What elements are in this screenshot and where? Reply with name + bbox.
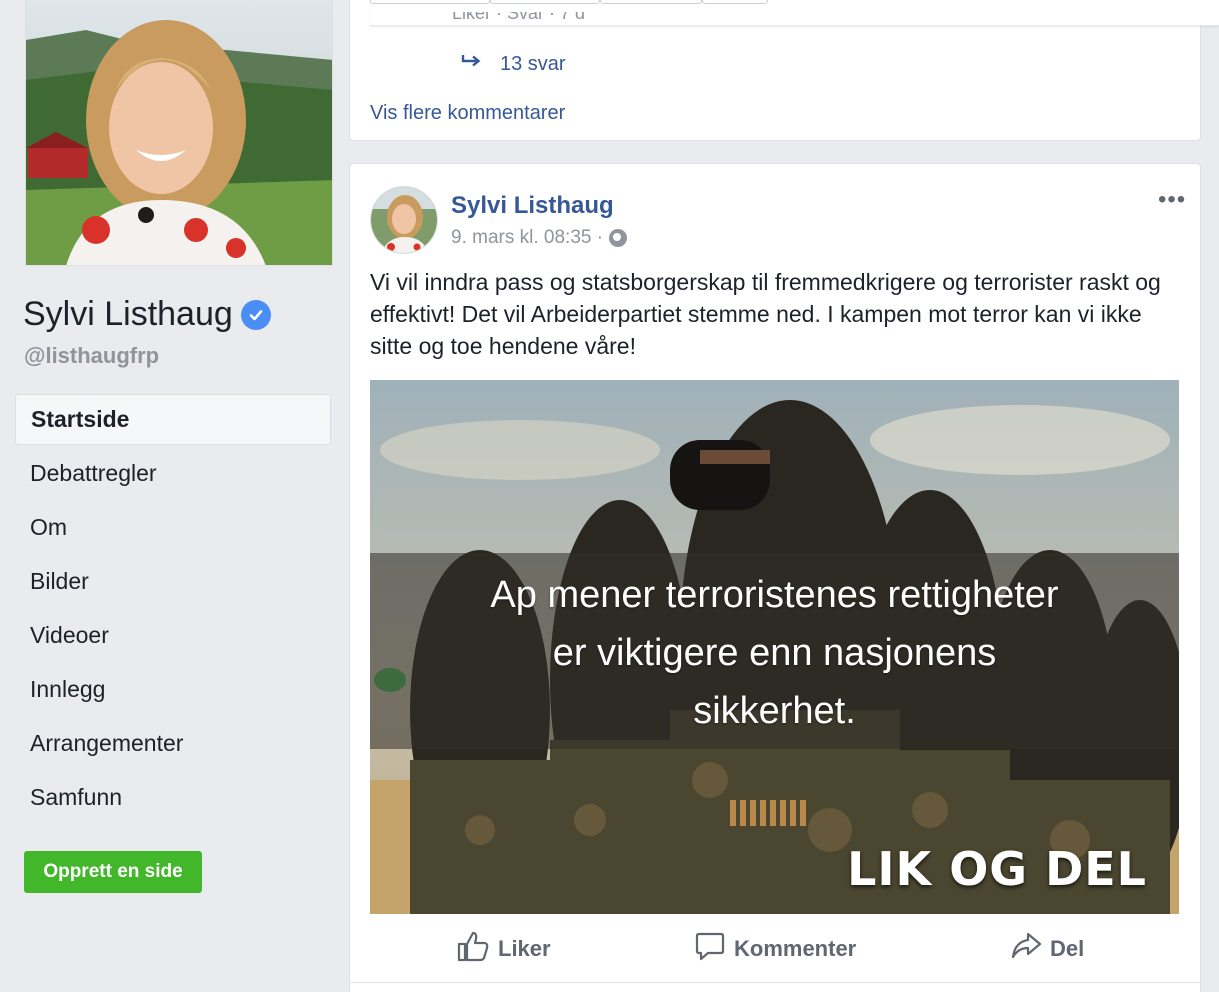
profile-name[interactable]: Sylvi Listhaug bbox=[23, 295, 271, 334]
share-icon bbox=[1010, 930, 1042, 968]
image-overlay-line: Ap mener terroristenes rettigheter bbox=[490, 574, 1059, 616]
comment-tool-segment[interactable] bbox=[600, 0, 702, 4]
nav-item-innlegg[interactable]: Innlegg bbox=[15, 664, 331, 718]
comment-tool-segment[interactable] bbox=[370, 0, 490, 4]
image-overlay-line: er viktigere enn nasjonens bbox=[552, 632, 997, 674]
divider bbox=[349, 982, 1201, 983]
create-page-button[interactable]: Opprett en side bbox=[24, 851, 202, 893]
globe-icon bbox=[609, 229, 628, 247]
replies-link[interactable]: 13 svar bbox=[460, 53, 566, 76]
comment-icon bbox=[694, 930, 726, 968]
profile-name-text[interactable]: Sylvi Listhaug bbox=[23, 295, 233, 334]
reply-count-text[interactable]: 13 svar bbox=[500, 53, 566, 76]
page-navigation: Startside Debattregler Om Bilder Videoer… bbox=[15, 394, 331, 826]
nav-item-bilder[interactable]: Bilder bbox=[15, 556, 331, 610]
profile-photo[interactable] bbox=[25, 0, 333, 266]
like-label[interactable]: Liker bbox=[498, 936, 551, 962]
nav-item-arrangementer[interactable]: Arrangementer bbox=[15, 718, 331, 772]
post-text: Vi vil inndra pass og statsborgerskap ti… bbox=[370, 269, 1161, 359]
image-overlay-text: Ap mener terroristenes rettigheter er vi… bbox=[370, 566, 1179, 740]
thumbs-up-icon bbox=[456, 930, 490, 968]
nav-item-samfunn[interactable]: Samfunn bbox=[15, 772, 331, 826]
image-overlay-line: sikkerhet. bbox=[693, 690, 856, 732]
post-author-name[interactable]: Sylvi Listhaug bbox=[451, 192, 614, 220]
more-options-icon[interactable]: ••• bbox=[1158, 186, 1186, 214]
nav-item-videoer[interactable]: Videoer bbox=[15, 610, 331, 664]
comment-actions-cut: Liker · Svar · 7 d bbox=[452, 12, 586, 22]
left-column: Sylvi Listhaug @listhaugfrp Startside De… bbox=[0, 0, 340, 992]
nav-item-om[interactable]: Om bbox=[15, 502, 331, 556]
comment-tool-segment[interactable] bbox=[490, 0, 600, 4]
post-author-avatar[interactable] bbox=[370, 186, 438, 254]
post-timestamp[interactable]: 9. mars kl. 08:35 · bbox=[451, 227, 603, 249]
verified-badge-icon bbox=[240, 299, 271, 330]
nav-item-debattregler[interactable]: Debattregler bbox=[15, 448, 331, 502]
profile-handle: @listhaugfrp bbox=[24, 343, 160, 368]
image-footer-text: LIK OG DEL bbox=[847, 842, 1147, 896]
reply-arrow-icon bbox=[460, 53, 482, 76]
view-more-comments-link[interactable]: Vis flere kommentarer bbox=[370, 102, 565, 125]
comment-tool-segment[interactable] bbox=[702, 0, 768, 4]
nav-item-startside[interactable]: Startside bbox=[15, 394, 331, 445]
share-label[interactable]: Del bbox=[1050, 936, 1084, 962]
post-image[interactable]: Ap mener terroristenes rettigheter er vi… bbox=[370, 380, 1179, 914]
post-meta: 9. mars kl. 08:35 · bbox=[451, 227, 628, 249]
post-action-bar: Liker Kommenter Del bbox=[370, 926, 1182, 972]
share-button[interactable]: Del bbox=[1010, 926, 1084, 972]
comment-label[interactable]: Kommenter bbox=[734, 936, 856, 962]
like-button[interactable]: Liker bbox=[456, 926, 551, 972]
comment-button[interactable]: Kommenter bbox=[694, 926, 856, 972]
